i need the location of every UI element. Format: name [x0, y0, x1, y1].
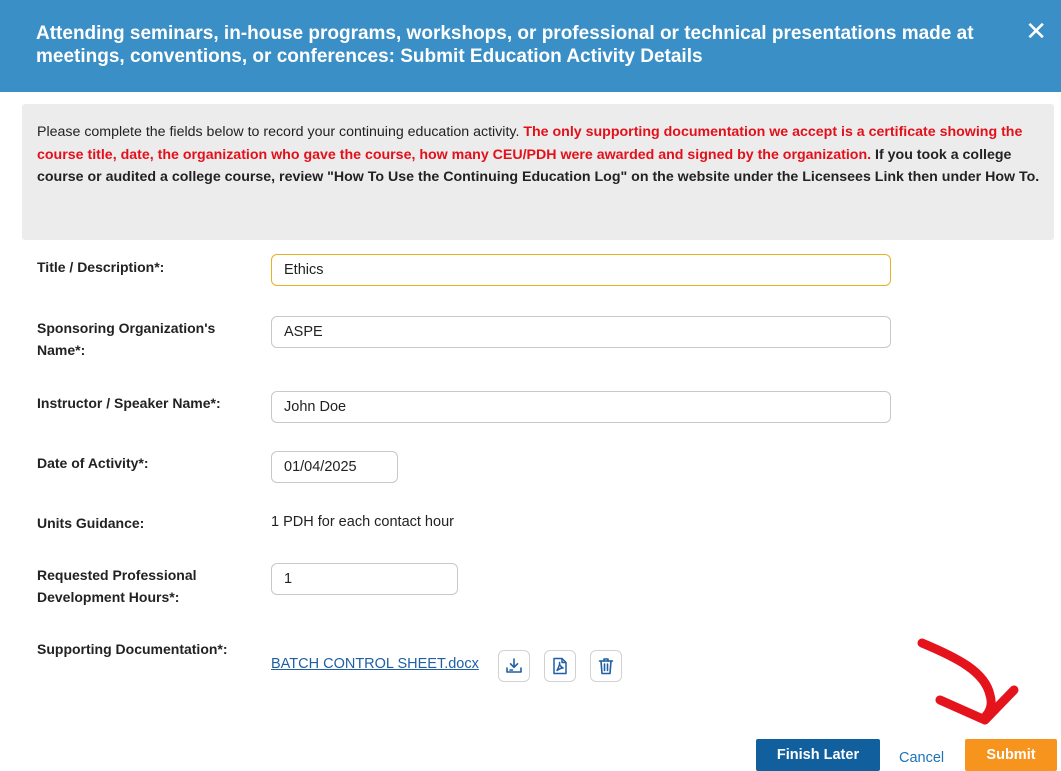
cancel-link[interactable]: Cancel	[899, 750, 944, 766]
hours-label: Requested Professional Development Hours…	[37, 567, 197, 605]
document-file-link[interactable]: BATCH CONTROL SHEET.docx	[271, 656, 479, 672]
sponsor-input[interactable]	[271, 316, 891, 348]
trash-icon[interactable]	[590, 650, 622, 682]
sponsor-label: Sponsoring Organization's Name*:	[37, 320, 216, 358]
close-icon[interactable]: ✕	[1025, 18, 1047, 44]
units-label: Units Guidance:	[37, 515, 145, 531]
units-value: 1 PDH for each contact hour	[271, 514, 454, 530]
instructor-label: Instructor / Speaker Name*:	[37, 395, 221, 411]
submit-button[interactable]: Submit	[965, 739, 1057, 771]
instructions-notice: Please complete the fields below to reco…	[22, 104, 1054, 240]
modal-header: Attending seminars, in-house programs, w…	[0, 0, 1061, 92]
download-icon[interactable]	[498, 650, 530, 682]
modal-title: Attending seminars, in-house programs, w…	[36, 23, 974, 67]
instructor-input[interactable]	[271, 391, 891, 423]
title-input[interactable]	[271, 254, 891, 286]
title-label: Title / Description*:	[37, 259, 165, 275]
hours-input[interactable]	[271, 563, 458, 595]
date-input[interactable]	[271, 451, 398, 483]
documentation-label: Supporting Documentation*:	[37, 641, 228, 657]
pdf-icon[interactable]	[544, 650, 576, 682]
date-label: Date of Activity*:	[37, 455, 149, 471]
finish-later-button[interactable]: Finish Later	[756, 739, 880, 771]
notice-intro: Please complete the fields below to reco…	[37, 124, 520, 140]
